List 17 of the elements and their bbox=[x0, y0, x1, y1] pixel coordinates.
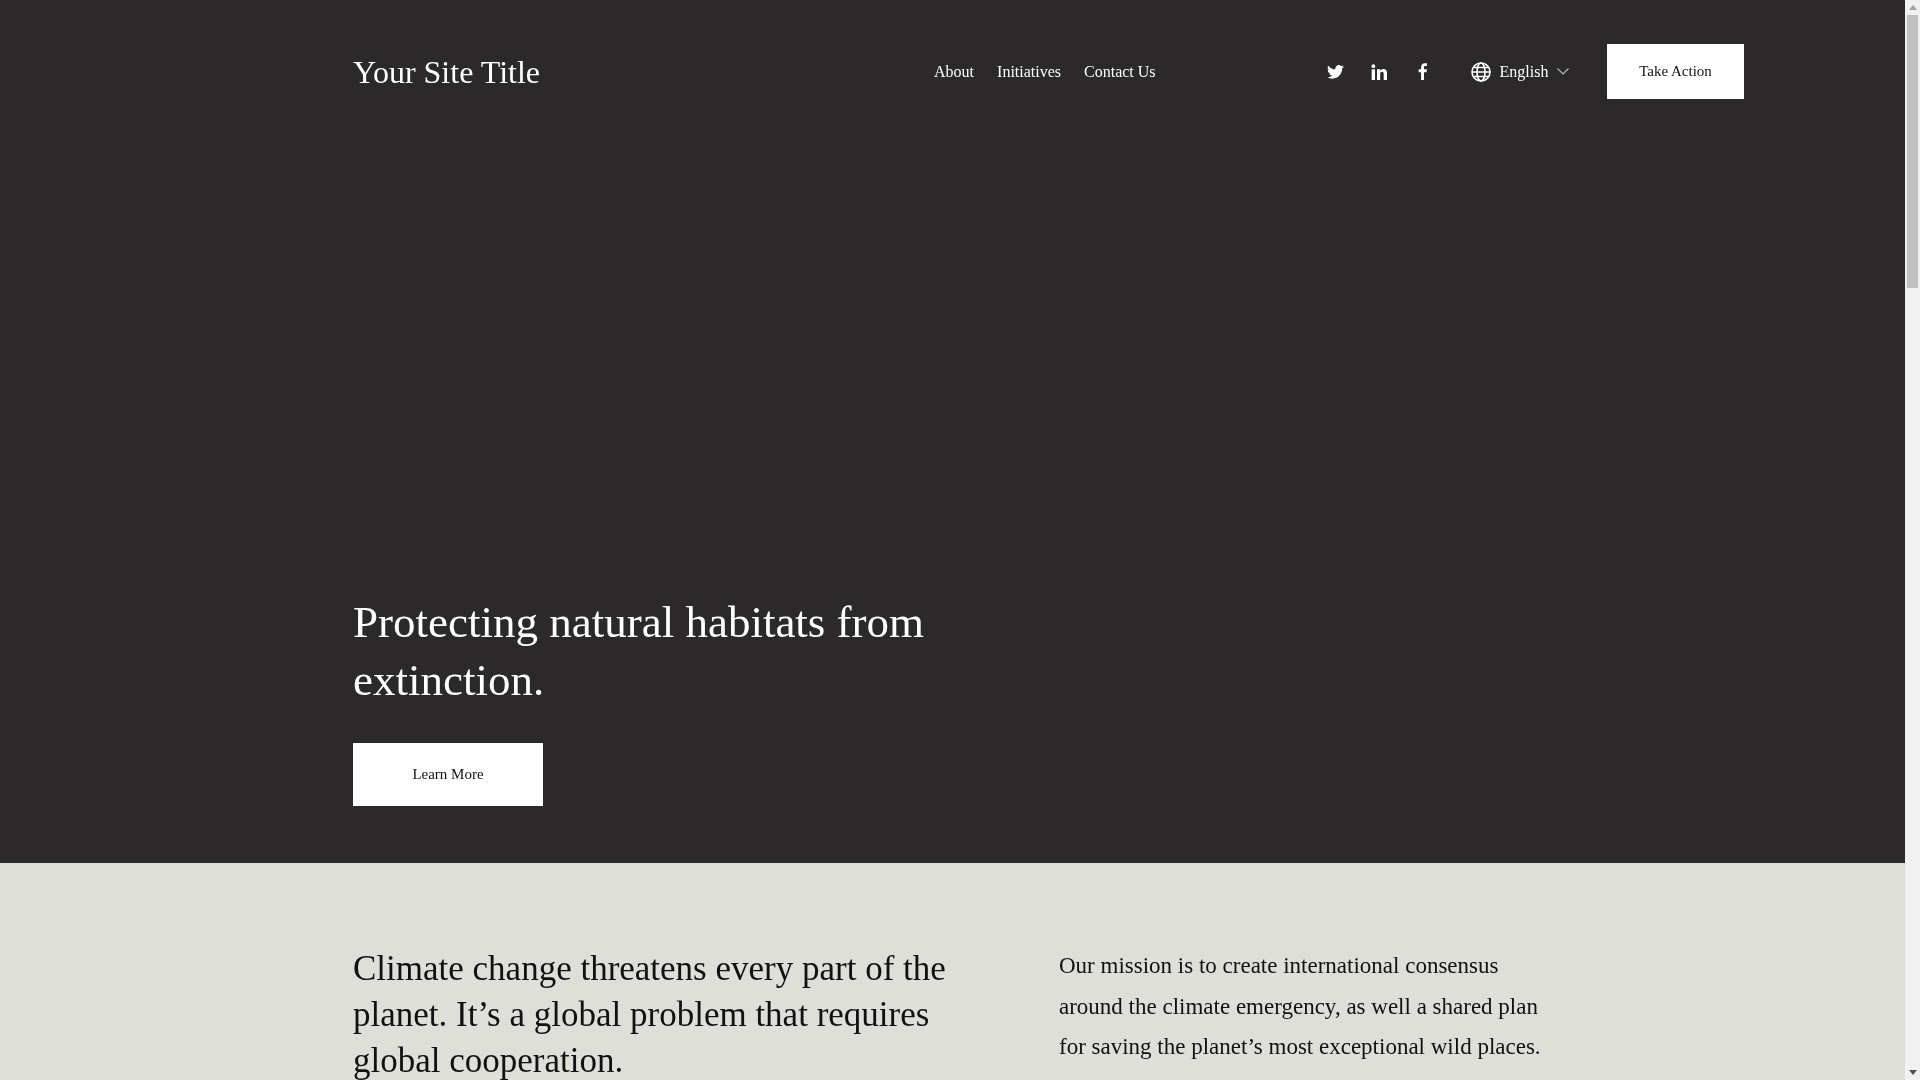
scrollbar-thumb[interactable] bbox=[1907, 15, 1918, 288]
intro-heading: Climate change threatens every part of the planet. It’s a global problem that requires global cooperation. bbox=[353, 948, 947, 1080]
scroll-down-arrow-icon[interactable] bbox=[1908, 1070, 1917, 1075]
twitter-bird-icon[interactable] bbox=[1326, 64, 1344, 79]
hero-heading: Protecting natural habitats from extinction. bbox=[353, 596, 926, 707]
intro-paragraph: Our mission is to create international consensus around the climate emergency, as well a shared plan for saving the planet’s most exceptional wild places. bbox=[1059, 952, 1541, 1061]
linkedin-in-icon[interactable] bbox=[1370, 63, 1387, 80]
language-selector[interactable]: English bbox=[1470, 61, 1570, 82]
learn-more-button[interactable]: Learn More bbox=[353, 743, 543, 806]
globe-icon bbox=[1470, 61, 1491, 82]
take-action-button[interactable]: Take Action bbox=[1607, 44, 1744, 99]
nav-link[interactable]: Contact Us bbox=[1084, 63, 1156, 80]
site-title[interactable]: Your Site Title bbox=[353, 55, 541, 88]
nav-link[interactable]: Initiatives bbox=[997, 63, 1062, 80]
chevron-down-icon bbox=[1557, 68, 1570, 75]
facebook-f-icon[interactable] bbox=[1417, 63, 1427, 80]
nav-link[interactable]: About bbox=[934, 63, 975, 80]
